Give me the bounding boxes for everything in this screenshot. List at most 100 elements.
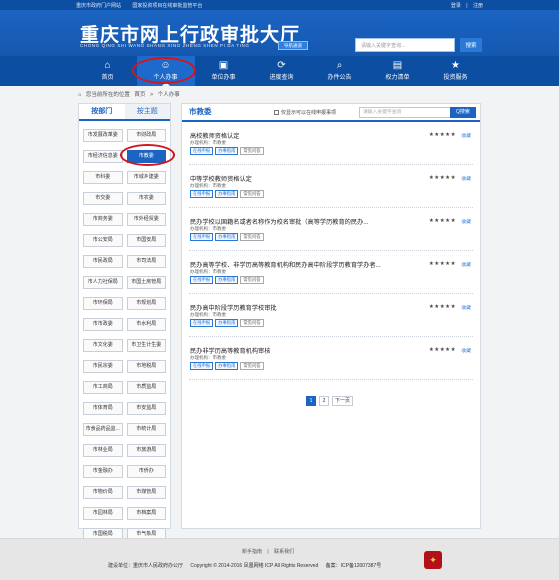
next-page[interactable]: 下一页 xyxy=(332,396,354,406)
department-item[interactable]: 市科委 xyxy=(83,171,123,184)
page-1[interactable]: 1 xyxy=(306,396,316,406)
guide-button[interactable]: 办事指南 xyxy=(215,147,239,155)
department-item[interactable]: 市统计局 xyxy=(126,423,166,436)
department-item[interactable]: 市城乡建委 xyxy=(126,171,166,184)
investment-platform-link[interactable]: 国家投资项目在线审批监管平台 xyxy=(132,3,202,9)
register-link[interactable]: 注册 xyxy=(473,3,483,9)
department-item[interactable]: 市人力社保局 xyxy=(83,276,123,289)
faq-button[interactable]: 常见问答 xyxy=(240,319,264,327)
breadcrumb-home[interactable]: 首页 xyxy=(134,92,145,98)
faq-button[interactable]: 常见问答 xyxy=(240,362,264,370)
item-title[interactable]: 民办学校以国籍名或者名称作为校名审批（高等学历教育的民办... xyxy=(190,217,400,226)
contact-link[interactable]: 联系我们 xyxy=(274,549,294,555)
favorite-link[interactable]: 收藏 xyxy=(461,132,471,139)
nav-home[interactable]: ⌂ 首页 xyxy=(79,56,137,86)
guide-button[interactable]: 办事指南 xyxy=(215,190,239,198)
quick-channel-button[interactable]: 导航通道 xyxy=(278,41,308,50)
department-item[interactable]: 市发展改革委 xyxy=(83,129,123,142)
header-search-input[interactable]: 请输入关键字查询... xyxy=(355,38,455,52)
department-item[interactable]: 市公安局 xyxy=(83,234,123,247)
rating-stars[interactable]: ★★★★★ xyxy=(429,132,456,138)
header-search-button[interactable]: 搜索 xyxy=(460,38,482,52)
item-title[interactable]: 高校教师资格认定 xyxy=(190,131,400,140)
department-item[interactable]: 市交委 xyxy=(83,192,123,205)
online-apply-button[interactable]: 在线申报 xyxy=(190,276,214,284)
department-item[interactable]: 市园林局 xyxy=(83,507,123,520)
tab-by-department[interactable]: 按部门 xyxy=(79,104,125,119)
guide-button[interactable]: 办事指南 xyxy=(215,319,239,327)
department-item[interactable]: 市水利局 xyxy=(126,318,166,331)
item-search-input[interactable]: 请输入关键字查询 xyxy=(359,107,451,118)
rating-stars[interactable]: ★★★★★ xyxy=(429,261,456,267)
guide-button[interactable]: 办事指南 xyxy=(215,362,239,370)
department-item[interactable]: 市外经贸委 xyxy=(126,213,166,226)
online-only-checkbox[interactable]: 仅显示可以在线申报事项 xyxy=(274,109,336,116)
department-item[interactable]: 市环保局 xyxy=(83,297,123,310)
department-item[interactable]: 市旅游局 xyxy=(126,444,166,457)
department-item[interactable]: 市体育局 xyxy=(83,402,123,415)
faq-button[interactable]: 常见问答 xyxy=(240,147,264,155)
department-item[interactable]: 市民宗委 xyxy=(83,360,123,373)
nav-progress[interactable]: ⟳ 进度查询 xyxy=(253,56,311,86)
online-apply-button[interactable]: 在线申报 xyxy=(190,190,214,198)
nav-organization[interactable]: ▣ 单位办事 xyxy=(195,56,253,86)
department-item[interactable]: 市规划局 xyxy=(126,297,166,310)
login-link[interactable]: 登录 xyxy=(451,3,461,9)
favorite-link[interactable]: 收藏 xyxy=(461,261,471,268)
department-item[interactable]: 市金融办 xyxy=(83,465,123,478)
department-item[interactable]: 市民政局 xyxy=(83,255,123,268)
department-item[interactable]: 市安监局 xyxy=(126,402,166,415)
online-apply-button[interactable]: 在线申报 xyxy=(190,362,214,370)
faq-button[interactable]: 常见问答 xyxy=(240,276,264,284)
nav-personal[interactable]: ☺ 个人办事 xyxy=(136,56,195,86)
guide-link[interactable]: 新手指南 xyxy=(242,549,262,555)
department-item[interactable]: 市卫生计生委 xyxy=(126,339,166,352)
police-badge-icon[interactable]: ✦ xyxy=(424,551,442,569)
nav-power-list[interactable]: ▤ 权力清单 xyxy=(369,56,427,86)
department-item[interactable]: 市市政委 xyxy=(83,318,123,331)
rating-stars[interactable]: ★★★★★ xyxy=(429,347,456,353)
rating-stars[interactable]: ★★★★★ xyxy=(429,304,456,310)
department-item[interactable]: 市地税局 xyxy=(126,360,166,373)
department-item[interactable]: 市文化委 xyxy=(83,339,123,352)
online-apply-button[interactable]: 在线申报 xyxy=(190,147,214,155)
department-item[interactable]: 市商务委 xyxy=(83,213,123,226)
faq-button[interactable]: 常见问答 xyxy=(240,190,264,198)
gov-portal-link[interactable]: 重庆市政府门户网站 xyxy=(76,3,121,9)
department-item[interactable]: 市物价局 xyxy=(83,486,123,499)
department-item[interactable]: 市工商局 xyxy=(83,381,123,394)
item-title[interactable]: 民办非学历高等教育机构审核 xyxy=(190,346,400,355)
department-item[interactable]: 市侨办 xyxy=(126,465,166,478)
faq-button[interactable]: 常见问答 xyxy=(240,233,264,241)
rating-stars[interactable]: ★★★★★ xyxy=(429,218,456,224)
favorite-link[interactable]: 收藏 xyxy=(461,347,471,354)
nav-announcement[interactable]: ⌕ 办件公告 xyxy=(311,56,369,86)
department-item[interactable]: 市国安局 xyxy=(126,234,166,247)
department-item[interactable]: 市农委 xyxy=(126,192,166,205)
item-title[interactable]: 中等学校教师资格认定 xyxy=(190,174,400,183)
department-item[interactable]: 市教委 xyxy=(126,150,166,163)
online-apply-button[interactable]: 在线申报 xyxy=(190,233,214,241)
guide-button[interactable]: 办事指南 xyxy=(215,233,239,241)
tab-by-topic[interactable]: 按主题 xyxy=(124,104,170,119)
department-item[interactable]: 市档案局 xyxy=(126,507,166,520)
online-apply-button[interactable]: 在线申报 xyxy=(190,319,214,327)
department-item[interactable]: 市林业局 xyxy=(83,444,123,457)
page-2[interactable]: 2 xyxy=(319,396,329,406)
department-item[interactable]: 市煤管局 xyxy=(126,486,166,499)
favorite-link[interactable]: 收藏 xyxy=(461,175,471,182)
item-search-button[interactable]: Q搜索 xyxy=(450,107,476,118)
item-title[interactable]: 民办高中阶段学历教育学校审批 xyxy=(190,303,400,312)
favorite-link[interactable]: 收藏 xyxy=(461,218,471,225)
department-item[interactable]: 市司法局 xyxy=(126,255,166,268)
department-item[interactable]: 市财政局 xyxy=(126,129,166,142)
department-item[interactable]: 市食品药品监... xyxy=(83,423,123,436)
guide-button[interactable]: 办事指南 xyxy=(215,276,239,284)
breadcrumb-current[interactable]: 个人办事 xyxy=(158,92,180,98)
checkbox-box[interactable] xyxy=(274,110,279,115)
rating-stars[interactable]: ★★★★★ xyxy=(429,175,456,181)
favorite-link[interactable]: 收藏 xyxy=(461,304,471,311)
department-item[interactable]: 市国土房管局 xyxy=(126,276,166,289)
department-item[interactable]: 市经济信息委 xyxy=(83,150,123,163)
nav-investment[interactable]: ★ 投资服务 xyxy=(427,56,485,86)
